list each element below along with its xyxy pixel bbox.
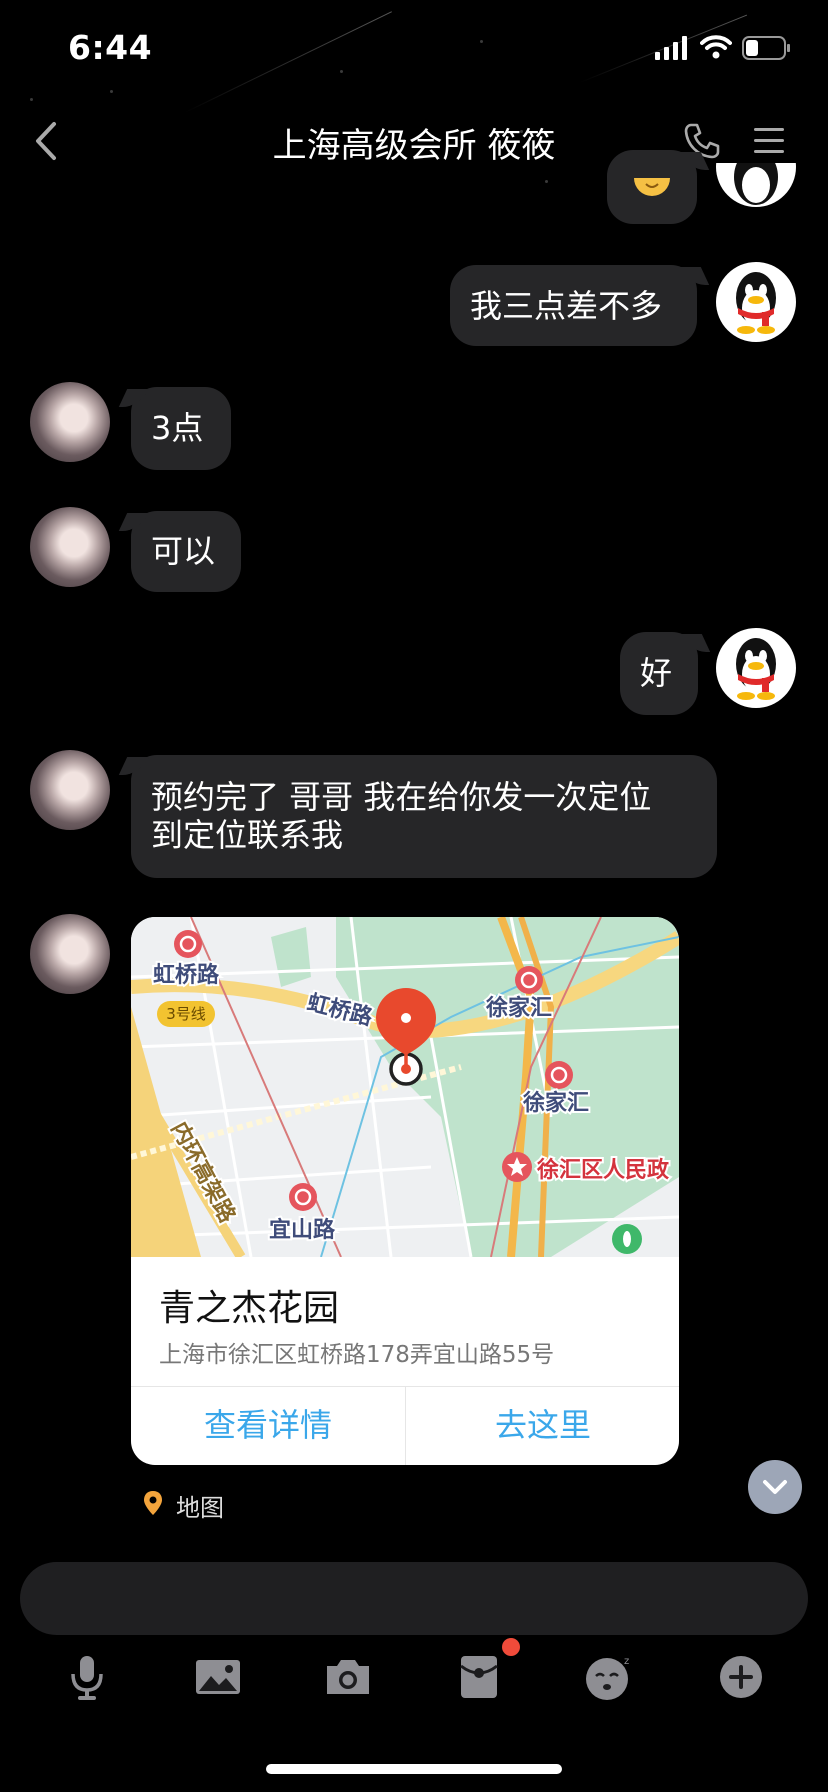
status-time: 6:44: [68, 28, 153, 67]
landmark-star-icon: [502, 1152, 532, 1182]
wifi-icon: [700, 35, 732, 59]
metro-station-icon: [515, 966, 543, 994]
view-details-button[interactable]: 查看详情: [131, 1386, 405, 1465]
message-bubble: 好: [620, 632, 698, 715]
metro-station-icon: [289, 1183, 317, 1211]
message-bubble: 可以: [131, 511, 241, 592]
notification-badge: [502, 1638, 520, 1656]
qq-penguin-icon: [736, 638, 776, 700]
message-bubble: 3点: [131, 387, 231, 470]
park-icon: [612, 1224, 642, 1254]
signal-icon: [655, 36, 687, 60]
scroll-to-bottom-button[interactable]: [748, 1460, 802, 1514]
plus-icon[interactable]: [716, 1652, 766, 1702]
message-bubble-partial: [607, 150, 697, 224]
location-name: 青之杰花园: [159, 1288, 340, 1329]
red-packet-icon[interactable]: [454, 1652, 504, 1702]
map-preview[interactable]: 3号线 虹桥路 徐家汇 徐家汇 宜山路 虹桥路 内环高架路 徐汇区人民政: [131, 917, 679, 1257]
message-bubble: 我三点差不多: [450, 265, 697, 346]
battery-icon: [742, 36, 790, 60]
avatar[interactable]: [30, 382, 110, 462]
location-card[interactable]: 3号线 虹桥路 徐家汇 徐家汇 宜山路 虹桥路 内环高架路 徐汇区人民政 青之杰…: [131, 917, 679, 1465]
avatar[interactable]: [716, 262, 796, 342]
menu-icon[interactable]: [752, 124, 786, 158]
svg-text:z: z: [624, 1656, 629, 1667]
svg-text:徐家汇: 徐家汇: [485, 995, 552, 1021]
message-input[interactable]: [20, 1562, 808, 1635]
location-pin-icon: [144, 1491, 162, 1515]
svg-text:虹桥路: 虹桥路: [153, 962, 220, 988]
map-source-label: 地图: [176, 1494, 224, 1522]
svg-text:徐家汇: 徐家汇: [522, 1090, 589, 1116]
image-icon[interactable]: [193, 1652, 243, 1702]
avatar[interactable]: [30, 750, 110, 830]
metro-station-icon: [545, 1061, 573, 1089]
svg-text:徐汇区人民政: 徐汇区人民政: [536, 1157, 670, 1183]
chevron-down-icon: [763, 1480, 787, 1494]
metro-station-icon: [174, 930, 202, 958]
camera-icon[interactable]: [323, 1652, 373, 1702]
svg-text:3号线: 3号线: [166, 1005, 206, 1023]
navigate-button[interactable]: 去这里: [406, 1386, 679, 1465]
emoji-icon: [634, 178, 670, 196]
home-indicator: [266, 1764, 562, 1774]
qq-penguin-icon: [736, 272, 776, 334]
microphone-icon[interactable]: [62, 1652, 112, 1702]
avatar[interactable]: [30, 914, 110, 994]
message-bubble: 预约完了 哥哥 我在给你发一次定位 到定位联系我: [131, 755, 717, 878]
avatar[interactable]: [716, 628, 796, 708]
emoji-icon[interactable]: z: [584, 1652, 634, 1702]
avatar[interactable]: [30, 507, 110, 587]
svg-text:宜山路: 宜山路: [269, 1217, 336, 1243]
location-address: 上海市徐汇区虹桥路178弄宜山路55号: [159, 1342, 555, 1368]
